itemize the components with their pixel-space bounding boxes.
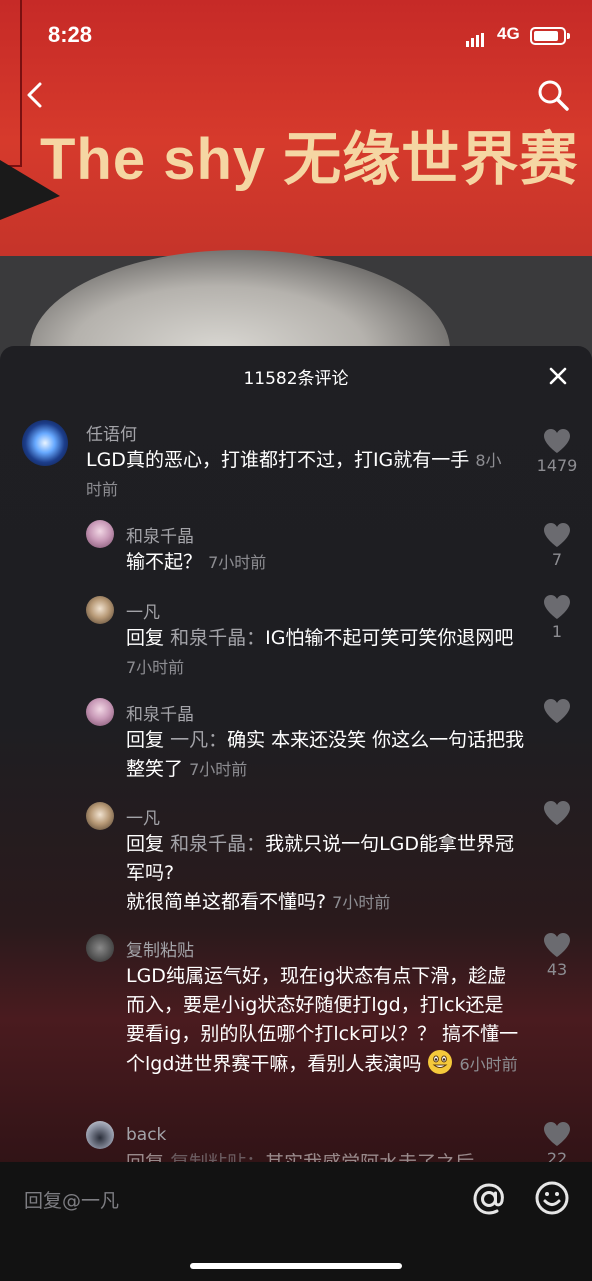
comment-username[interactable]: back (126, 1125, 166, 1145)
avatar[interactable] (86, 520, 114, 548)
comment-text: LGD纯属运气好，现在ig状态有点下滑，趁虚而入，要是小ig状态好随便打lgd，… (126, 962, 521, 1079)
comment-time: 7小时前 (208, 553, 267, 572)
like-count: 1 (551, 622, 563, 641)
heart-icon (544, 523, 570, 547)
comment-time: 7小时前 (126, 658, 185, 677)
reply-prefix: 回复 (126, 729, 165, 751)
comment-body: LGD真的恶心，打谁都打不过，打IG就有一手 (86, 449, 470, 471)
reply-prefix: 回复 (126, 1152, 164, 1162)
comment-count: 11582条评论 (243, 369, 349, 389)
reply-prefix: 回复 (126, 627, 165, 649)
search-button[interactable] (536, 78, 570, 112)
comment-reply-item[interactable]: 和泉千晶 回复 一凡：确实 本来还没笑 你这么一句话把我整笑了 7小时前 (0, 696, 592, 786)
comment-item[interactable]: 任语何 LGD真的恶心，打谁都打不过，打IG就有一手 8小时前 1479 (0, 416, 592, 506)
chevron-left-icon (27, 82, 42, 108)
banner-title: The shy 无缘世界赛 (40, 127, 579, 192)
comment-body-line2: 就很简单这都看不懂吗? (126, 891, 327, 913)
like-count: 7 (551, 550, 563, 569)
comment-username[interactable]: 和泉千晶 (126, 522, 194, 547)
comment-text: 回复 和泉千晶：IG怕输不起可笑可笑你退网吧 7小时前 (126, 627, 514, 677)
avatar[interactable] (86, 596, 114, 624)
reply-target[interactable]: 复制粘贴 (170, 1152, 246, 1162)
avatar[interactable] (86, 802, 114, 830)
reply-target[interactable]: 和泉千晶 (170, 833, 246, 855)
heart-icon (544, 699, 570, 723)
comment-username[interactable]: 一凡 (126, 804, 160, 829)
reply-prefix: 回复 (126, 833, 165, 855)
comments-header: 11582条评论 (0, 346, 592, 406)
comment-time: 6小时前 (459, 1055, 518, 1074)
comment-body: 输不起？ (126, 551, 203, 573)
video-person (30, 250, 450, 360)
comment-text: LGD真的恶心，打谁都打不过，打IG就有一手 8小时前 (86, 446, 516, 504)
close-icon (549, 367, 567, 385)
like-button[interactable]: 22 (532, 1121, 582, 1162)
like-button[interactable]: 1 (532, 594, 582, 641)
at-icon (473, 1183, 504, 1215)
signal-icon (466, 28, 486, 47)
search-icon (538, 80, 569, 111)
like-count: 22 (546, 1149, 568, 1162)
comment-text: 输不起？ 7小时前 (126, 548, 526, 577)
comment-time: 7小时前 (332, 893, 391, 912)
home-indicator[interactable] (190, 1263, 402, 1269)
emoji-icon (535, 1181, 569, 1215)
comment-reply-item[interactable]: back 回复 复制粘贴：其实我感觉阿水走了之后 22 (0, 1121, 592, 1162)
status-time: 8:28 (48, 22, 93, 47)
reply-input[interactable]: 回复@一凡 (24, 1186, 119, 1213)
comment-username[interactable]: 一凡 (126, 598, 160, 623)
heart-icon (544, 933, 570, 957)
comment-reply-item[interactable]: 一凡 回复 和泉千晶：我就只说一句LGD能拿世界冠军吗? 就很简单这都看不懂吗?… (0, 800, 592, 920)
avatar[interactable] (22, 420, 68, 466)
reply-input-bar[interactable]: 回复@一凡 (0, 1162, 592, 1281)
comment-time: 7小时前 (189, 760, 248, 779)
back-button[interactable] (22, 80, 52, 110)
like-button[interactable]: 1479 (532, 428, 582, 475)
like-button[interactable]: 7 (532, 522, 582, 569)
close-button[interactable] (546, 364, 570, 388)
comment-username[interactable]: 和泉千晶 (126, 700, 194, 725)
grin-emoji-icon (427, 1049, 453, 1075)
avatar[interactable] (86, 698, 114, 726)
comment-username[interactable]: 任语何 (86, 420, 137, 445)
heart-icon (544, 429, 570, 453)
reply-target[interactable]: 和泉千晶 (170, 627, 246, 649)
like-count: 1479 (536, 456, 578, 475)
avatar[interactable] (86, 934, 114, 962)
heart-icon (544, 801, 570, 825)
like-button[interactable] (532, 698, 582, 724)
avatar[interactable] (86, 1121, 114, 1149)
like-button[interactable]: 43 (532, 932, 582, 979)
network-label: 4G (497, 24, 520, 43)
comment-text: 回复 复制粘贴：其实我感觉阿水走了之后 (126, 1149, 526, 1162)
comment-body: IG怕输不起可笑可笑你退网吧 (265, 627, 514, 649)
comment-reply-item[interactable]: 一凡 回复 和泉千晶：IG怕输不起可笑可笑你退网吧 7小时前 1 (0, 594, 592, 684)
heart-icon (544, 595, 570, 619)
emoji-button[interactable] (534, 1180, 572, 1218)
status-bar: 8:28 4G (0, 0, 592, 70)
like-count: 43 (546, 960, 568, 979)
comments-sheet: 11582条评论 任语何 LGD真的恶心，打谁都打不过，打IG就有一手 8小时前… (0, 346, 592, 1281)
comment-username[interactable]: 复制粘贴 (126, 936, 194, 961)
comment-reply-item[interactable]: 和泉千晶 输不起？ 7小时前 7 (0, 518, 592, 588)
battery-icon (530, 27, 570, 45)
like-button[interactable] (532, 800, 582, 826)
reply-target[interactable]: 一凡 (170, 729, 208, 751)
comment-text: 回复 和泉千晶：我就只说一句LGD能拿世界冠军吗? 就很简单这都看不懂吗? 7小… (126, 833, 515, 913)
mention-button[interactable] (470, 1180, 510, 1220)
comment-body: 其实我感觉阿水走了之后 (265, 1152, 474, 1162)
comment-reply-item[interactable]: 复制粘贴 LGD纯属运气好，现在ig状态有点下滑，趁虚而入，要是小ig状态好随便… (0, 932, 592, 1112)
heart-icon (544, 1122, 570, 1146)
comment-text: 回复 一凡：确实 本来还没笑 你这么一句话把我整笑了 7小时前 (126, 729, 525, 780)
